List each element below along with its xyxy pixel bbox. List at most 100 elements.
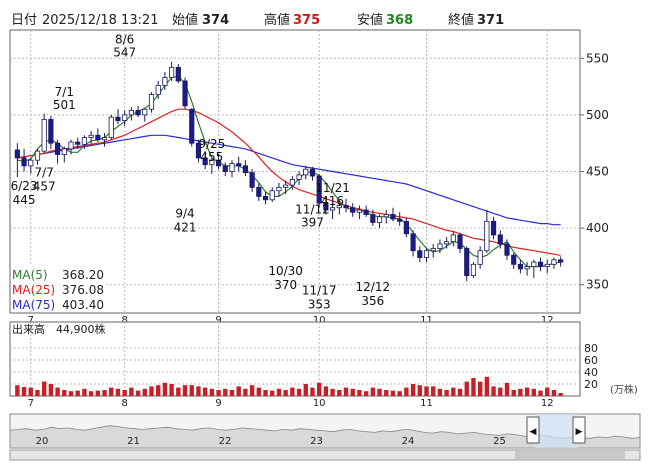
volume-bar bbox=[538, 390, 543, 396]
volume-bar bbox=[28, 387, 33, 396]
annotation-price: 356 bbox=[361, 294, 384, 308]
volume-bar bbox=[303, 384, 308, 396]
legend-series-name: MA(75) bbox=[12, 298, 55, 312]
stock-chart-widget: 日付 2025/12/18 13:21 始値 374 高値 375 安値 368… bbox=[0, 0, 653, 470]
volume-bar bbox=[42, 381, 47, 396]
candle bbox=[189, 108, 195, 147]
volume-y-tick-label: 80 bbox=[584, 342, 598, 355]
candle-body bbox=[537, 261, 544, 267]
candle-body bbox=[48, 119, 54, 144]
volume-bar bbox=[68, 391, 74, 396]
volume-bar bbox=[397, 391, 402, 396]
volume-bar bbox=[182, 385, 188, 396]
open-value: 374 bbox=[202, 13, 229, 28]
caret-left-icon: ◀ bbox=[530, 427, 537, 437]
datetime-value: 2025/12/18 13:21 bbox=[42, 13, 159, 28]
candle-body bbox=[330, 207, 336, 211]
volume-bar bbox=[343, 387, 349, 396]
candle-body bbox=[14, 149, 20, 159]
candle-body bbox=[229, 163, 235, 172]
navigator-right-handle[interactable]: ▶ bbox=[572, 416, 586, 444]
close-value: 371 bbox=[477, 13, 504, 28]
candle-body bbox=[262, 196, 269, 201]
candle bbox=[148, 92, 155, 113]
candle-body bbox=[276, 186, 282, 192]
annotation-date: 9/4 bbox=[175, 206, 194, 220]
volume-bar bbox=[370, 387, 376, 396]
candle-body bbox=[477, 250, 483, 265]
price-y-axis: 350 400 450 500 550 bbox=[580, 51, 609, 292]
candle-body bbox=[390, 214, 396, 220]
volume-bar bbox=[55, 387, 60, 396]
candle-body bbox=[363, 209, 369, 215]
volume-bar bbox=[162, 382, 168, 396]
candle-body bbox=[356, 209, 363, 213]
volume-bar bbox=[88, 391, 94, 396]
navigator-selection[interactable] bbox=[535, 414, 578, 448]
annotation-price: 353 bbox=[308, 297, 331, 311]
price-y-tick-label: 550 bbox=[586, 51, 609, 65]
volume-bar bbox=[290, 387, 295, 396]
volume-bar bbox=[229, 390, 235, 396]
annotation-date: 11/21 bbox=[315, 181, 350, 195]
candle-body bbox=[175, 66, 181, 82]
volume-bar bbox=[444, 390, 449, 396]
annotation-price: 370 bbox=[274, 278, 297, 292]
volume-bar bbox=[102, 390, 107, 396]
candle-body bbox=[504, 243, 510, 256]
volume-bar bbox=[62, 390, 67, 396]
candle-body bbox=[403, 220, 409, 235]
candle-body bbox=[41, 119, 47, 152]
candle-body bbox=[551, 259, 557, 265]
volume-bar bbox=[189, 385, 194, 396]
volume-bar bbox=[524, 387, 530, 396]
volume-y-tick-label: 40 bbox=[584, 366, 598, 379]
candle-body bbox=[142, 108, 148, 116]
candle-body bbox=[283, 184, 289, 188]
annotation-price: 445 bbox=[13, 193, 36, 207]
volume-bar bbox=[122, 390, 127, 396]
volume-bar bbox=[82, 388, 87, 396]
volume-bar bbox=[551, 390, 557, 396]
candle-body bbox=[296, 174, 302, 180]
volume-bar bbox=[384, 390, 389, 396]
candle-body bbox=[289, 179, 295, 186]
volume-bar bbox=[310, 387, 315, 396]
annotation-date: 7/1 bbox=[55, 85, 74, 99]
legend-series-value: 403.40 bbox=[62, 298, 104, 312]
volume-x-axis: 7 8 9 10 11 12 bbox=[28, 398, 554, 409]
candle-body bbox=[28, 159, 34, 167]
candle-body bbox=[417, 250, 423, 258]
candle-body bbox=[242, 165, 248, 174]
candle-body bbox=[182, 80, 188, 107]
chart-canvas: 日付 2025/12/18 13:21 始値 374 高値 375 安値 368… bbox=[9, 12, 641, 461]
volume-bar bbox=[115, 388, 121, 396]
price-chart-panel: 350400450500550 7/15018/65479/2545511/12… bbox=[9, 29, 609, 326]
navigator-x-tick-label: 20 bbox=[36, 436, 49, 447]
navigator-left-handle[interactable]: ◀ bbox=[526, 416, 540, 444]
candle-body bbox=[410, 233, 416, 252]
open-label: 始値 bbox=[172, 12, 198, 28]
annotation-price: 457 bbox=[33, 180, 56, 194]
volume-bar bbox=[176, 387, 181, 396]
volume-bar bbox=[156, 385, 161, 396]
volume-x-tick-label: 9 bbox=[215, 398, 221, 409]
navigator-x-tick-label: 25 bbox=[493, 436, 506, 447]
volume-bar bbox=[135, 390, 141, 396]
price-y-tick-label: 350 bbox=[586, 278, 609, 292]
candle-body bbox=[558, 259, 564, 263]
high-label: 高値 bbox=[264, 12, 290, 28]
candle-body bbox=[444, 241, 450, 245]
candle-body bbox=[531, 261, 537, 267]
navigator-scroll-thumb[interactable] bbox=[515, 451, 625, 459]
volume-bar bbox=[196, 386, 201, 396]
volume-bar bbox=[504, 382, 510, 396]
volume-bar bbox=[216, 390, 221, 396]
annotation-date: 10/30 bbox=[268, 264, 303, 278]
navigator-panel[interactable]: 20 21 22 23 24 25 ◀ ▶ bbox=[9, 413, 641, 461]
candle bbox=[41, 113, 47, 154]
volume-bar bbox=[417, 385, 422, 396]
volume-bar bbox=[283, 390, 288, 396]
candle-body bbox=[75, 141, 81, 145]
volume-bar bbox=[464, 381, 469, 396]
